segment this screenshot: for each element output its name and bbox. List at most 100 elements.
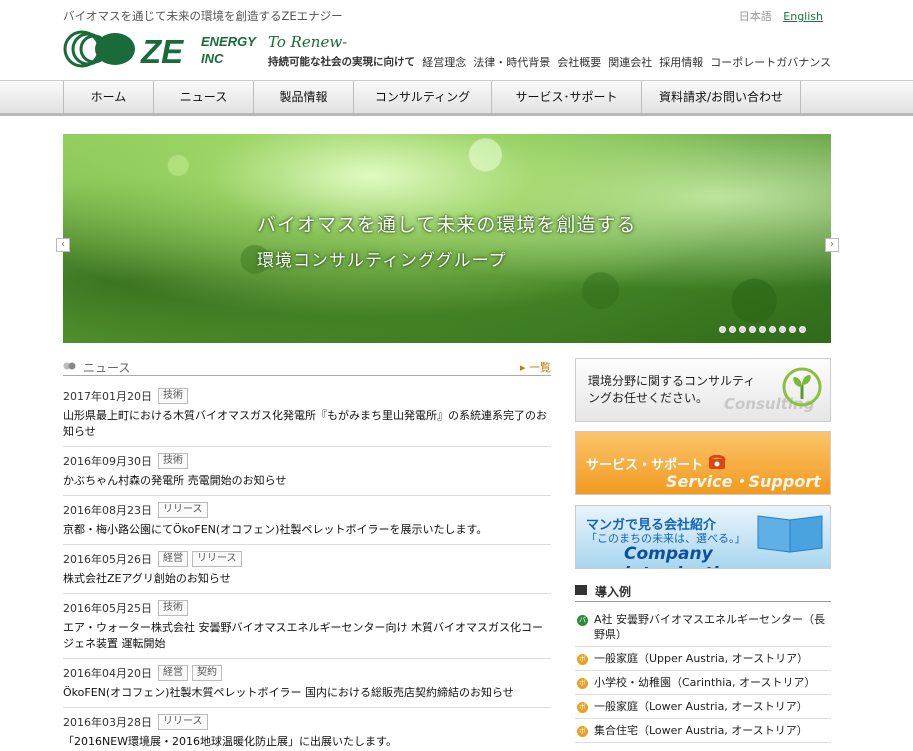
case-item[interactable]: ボ 一般家庭（Lower Austria, オーストリア） [575, 695, 831, 719]
news-title: ニュース [83, 361, 131, 375]
support-banner-en: Service・Support [666, 472, 821, 491]
logo-inc-text: INC [201, 51, 224, 66]
news-tag: 技術 [158, 600, 188, 616]
nav-consulting[interactable]: コンサルティング [353, 81, 491, 113]
news-date: 2016年09月30日 [63, 455, 152, 468]
section-bullet-icon [63, 362, 76, 370]
news-tag: 経営 [158, 551, 188, 567]
lang-ja-link[interactable]: 日本語 [739, 10, 772, 23]
nav-home[interactable]: ホーム [63, 81, 153, 113]
news-date: 2017年01月20日 [63, 390, 152, 403]
language-switcher: 日本語 English [739, 8, 823, 24]
slider-dot[interactable] [789, 326, 796, 333]
hero-slider[interactable]: バイオマスを通して未来の環境を創造する 環境コンサルティンググループ [63, 134, 831, 343]
hero-headline: バイオマスを通して未来の環境を創造する [257, 214, 637, 236]
sub-navigation: 経営理念 法律・時代背景 会社概要 関連会社 採用情報 コーポレートガバナンス [422, 54, 831, 70]
subnav-company-profile[interactable]: 会社概要 [557, 54, 601, 70]
news-tag: 経営 [158, 665, 188, 681]
hero-subheadline: 環境コンサルティンググループ [257, 251, 507, 271]
boiler-badge-icon: ボ [577, 654, 588, 665]
section-marker-icon [575, 585, 587, 595]
slogan: To Renew- [268, 33, 348, 51]
subnav-governance[interactable]: コーポレートガバナンス [710, 54, 831, 70]
news-item: 2016年04月20日 経営 契約 ÖkoFEN(オコフェン)社製木質ペレットボ… [63, 659, 551, 708]
slider-dot[interactable] [749, 326, 756, 333]
case-item[interactable]: ボ 集合住宅（Lower Austria, オーストリア） [575, 719, 831, 743]
case-item-text: 小学校・幼稚園（Carinthia, オーストリア） [594, 676, 816, 689]
news-tag: リリース [192, 551, 242, 567]
news-link[interactable]: かぶちゃん村森の発電所 売電開始のお知らせ [63, 473, 551, 489]
slider-dot[interactable] [799, 326, 806, 333]
lang-en-link[interactable]: English [783, 10, 823, 23]
ze-energy-logo[interactable]: ZE ENERGY INC [63, 30, 283, 70]
news-tag: 技術 [158, 453, 188, 469]
news-item: 2017年01月20日 技術 山形県最上町における木質バイオマスガス化発電所『も… [63, 382, 551, 447]
case-item[interactable]: ボ 小学校・幼稚園（Carinthia, オーストリア） [575, 671, 831, 695]
hero-background-image [63, 134, 831, 343]
service-support-banner[interactable]: サービス・サポート Service・Support [575, 431, 831, 495]
case-item[interactable]: ボ 一般家庭（Upper Austria, オーストリア） [575, 647, 831, 671]
subnav-philosophy[interactable]: 経営理念 [422, 54, 466, 70]
news-link[interactable]: エア・ウォーター株式会社 安曇野バイオマスエネルギーセンター向け 木質バイオマス… [63, 620, 551, 652]
company-introduction-banner[interactable]: マンガで見る会社紹介 「このまちの未来は、選べる。」 Company intro… [575, 505, 831, 569]
slider-pagination [719, 326, 806, 333]
news-item: 2016年05月25日 技術 エア・ウォーター株式会社 安曇野バイオマスエネルギ… [63, 594, 551, 659]
logo-mark-icon: ZE ENERGY INC [63, 30, 257, 70]
biomass-badge-icon: バ [577, 615, 588, 626]
slider-dot[interactable] [759, 326, 766, 333]
news-item: 2016年03月28日 リリース 「2016NEW環境展・2016地球温暖化防止… [63, 708, 551, 751]
news-tag: 技術 [158, 388, 188, 404]
logo-ze-text: ZE [140, 33, 184, 68]
main-navigation: ホーム ニュース 製品情報 コンサルティング サービス･サポート 資料請求/お問… [0, 80, 913, 116]
case-item-text: 一般家庭（Upper Austria, オーストリア） [594, 652, 809, 665]
case-item-text: 集合住宅（Lower Austria, オーストリア） [594, 724, 808, 737]
nav-service-support[interactable]: サービス･サポート [491, 81, 641, 113]
slogan-subtitle: 持続可能な社会の実現に向けて [268, 56, 415, 68]
slider-next-arrow-icon[interactable]: › [825, 238, 839, 252]
news-date: 2016年08月23日 [63, 504, 152, 517]
news-tag: リリース [158, 502, 208, 518]
slider-dot[interactable] [739, 326, 746, 333]
news-link[interactable]: 山形県最上町における木質バイオマスガス化発電所『もがみまち里山発電所』の系統連系… [63, 408, 551, 440]
case-studies-list: バ A社 安曇野バイオマスエネルギーセンター（長野県） ボ 一般家庭（Upper… [575, 608, 831, 743]
news-list: 2017年01月20日 技術 山形県最上町における木質バイオマスガス化発電所『も… [63, 382, 551, 751]
boiler-badge-icon: ボ [577, 678, 588, 689]
news-item: 2016年08月23日 リリース 京都・梅小路公園にてÖkoFEN(オコフェン)… [63, 496, 551, 545]
boiler-badge-icon: ボ [577, 726, 588, 737]
nav-contact[interactable]: 資料請求/お問い合わせ [641, 81, 801, 113]
news-link[interactable]: 「2016NEW環境展・2016地球温暖化防止展」に出展いたします。 [63, 734, 551, 750]
slider-dot[interactable] [729, 326, 736, 333]
news-item: 2016年05月26日 経営 リリース 株式会社ZEアグリ創始のお知らせ [63, 545, 551, 594]
case-studies-header: 導入例 [575, 582, 831, 602]
case-item[interactable]: バ A社 安曇野バイオマスエネルギーセンター（長野県） [575, 608, 831, 647]
sprout-icon [782, 367, 822, 407]
open-book-icon [757, 515, 823, 553]
news-more-link[interactable]: ▸ 一覧 [520, 359, 551, 375]
news-section-header: ニュース ▸ 一覧 [63, 358, 551, 376]
nav-news[interactable]: ニュース [153, 81, 253, 113]
news-tag: リリース [158, 714, 208, 730]
case-item-text: 一般家庭（Lower Austria, オーストリア） [594, 700, 808, 713]
news-date: 2016年05月25日 [63, 602, 152, 615]
subnav-law-background[interactable]: 法律・時代背景 [473, 54, 550, 70]
slider-dot[interactable] [779, 326, 786, 333]
case-item-text: A社 安曇野バイオマスエネルギーセンター（長野県） [594, 613, 826, 641]
boiler-badge-icon: ボ [577, 702, 588, 713]
subnav-recruit[interactable]: 採用情報 [659, 54, 703, 70]
news-date: 2016年05月26日 [63, 553, 152, 566]
phone-icon [708, 454, 726, 469]
news-link[interactable]: 株式会社ZEアグリ創始のお知らせ [63, 571, 551, 587]
slider-prev-arrow-icon[interactable]: ‹ [56, 238, 70, 252]
case-studies-title: 導入例 [595, 585, 632, 599]
slider-dot[interactable] [769, 326, 776, 333]
news-link[interactable]: 京都・梅小路公園にてÖkoFEN(オコフェン)社製ペレットボイラーを展示いたしま… [63, 522, 551, 538]
news-item: 2016年09月30日 技術 かぶちゃん村森の発電所 売電開始のお知らせ [63, 447, 551, 496]
news-date: 2016年03月28日 [63, 716, 152, 729]
logo-energy-text: ENERGY [201, 34, 257, 49]
news-date: 2016年04月20日 [63, 667, 152, 680]
news-link[interactable]: ÖkoFEN(オコフェン)社製木質ペレットボイラー 国内における総販売店契約締結… [63, 685, 551, 701]
consulting-banner[interactable]: 環境分野に関するコンサルティングお任せください。 Consulting [575, 358, 831, 422]
subnav-affiliates[interactable]: 関連会社 [608, 54, 652, 70]
nav-products[interactable]: 製品情報 [253, 81, 353, 113]
slider-dot[interactable] [719, 326, 726, 333]
